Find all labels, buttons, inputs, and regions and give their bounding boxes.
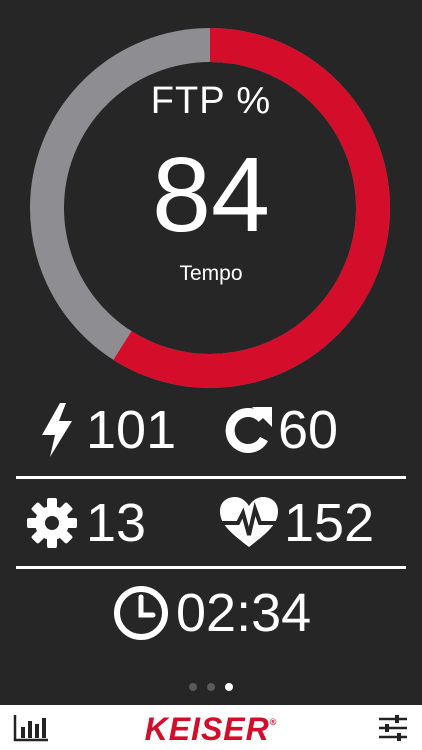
page-dot[interactable]	[225, 683, 233, 691]
keiser-logo: KEISER®	[0, 711, 422, 748]
refresh-arrow-icon	[225, 407, 272, 453]
training-zone-label: Tempo	[179, 262, 243, 285]
cadence-metric: 60	[222, 400, 338, 460]
divider-top	[16, 476, 406, 479]
cadence-value: 60	[278, 400, 339, 460]
bottom-bar: KEISER®	[0, 705, 422, 750]
page-indicator[interactable]	[0, 683, 422, 691]
ftp-percent-label: FTP %	[150, 80, 272, 122]
power-metric: 101	[38, 400, 176, 460]
sliders-icon[interactable]	[378, 714, 408, 742]
timer-metric: 02:34	[112, 583, 311, 643]
heart-rate-value: 152	[284, 493, 375, 553]
page-dot[interactable]	[207, 683, 215, 691]
power-value: 101	[86, 400, 177, 460]
clock-icon	[114, 586, 168, 640]
registered-mark: ®	[269, 717, 278, 727]
gear-value: 13	[86, 493, 147, 553]
heart-pulse-icon	[220, 497, 278, 547]
brand-name: KEISER	[144, 711, 270, 747]
lightning-bolt-icon	[42, 403, 72, 457]
gear-icon	[27, 498, 77, 548]
gear-metric: 13	[26, 493, 146, 553]
page-dot[interactable]	[189, 683, 197, 691]
timer-value: 02:34	[176, 583, 312, 643]
heart-rate-metric: 152	[218, 493, 374, 553]
ftp-percent-value: 84	[152, 136, 270, 254]
divider-bottom	[16, 566, 406, 569]
